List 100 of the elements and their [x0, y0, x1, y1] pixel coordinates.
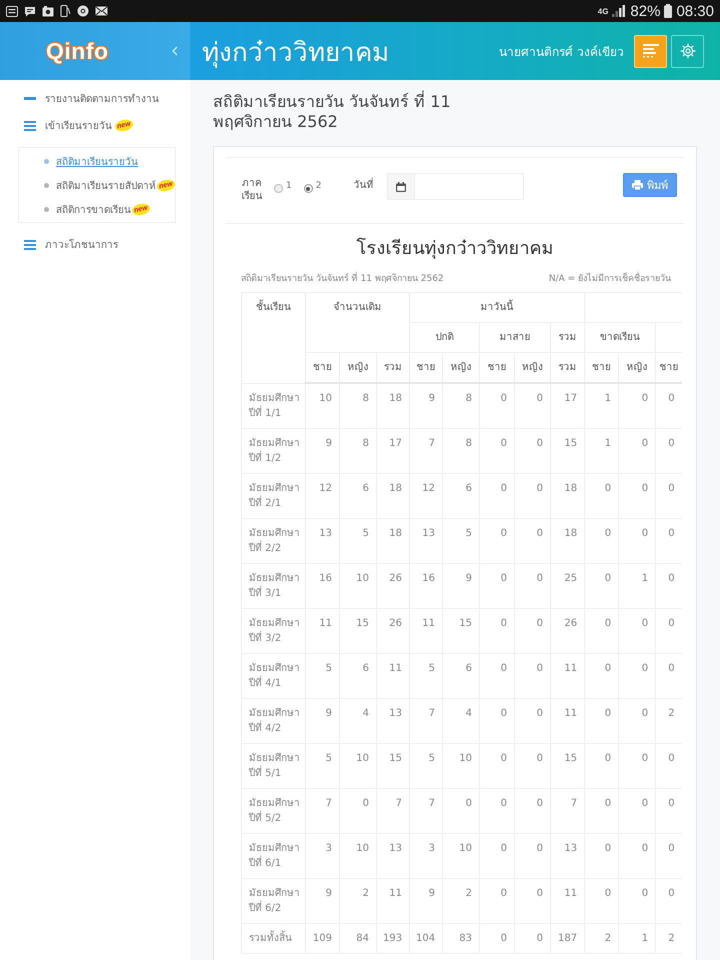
table-cell: 0	[442, 788, 480, 833]
table-cell: 187	[550, 923, 585, 953]
table-cell: 15	[340, 608, 376, 653]
table-cell: 0	[480, 653, 515, 698]
table-cell: มัธยมศึกษา ปีที่ 2/2	[242, 518, 306, 563]
print-button[interactable]: พิมพ์	[623, 173, 677, 197]
app-logo[interactable]: Qinfo	[46, 38, 109, 64]
round-logo-icon	[77, 5, 89, 17]
table-cell: 9	[306, 428, 340, 473]
column-header: หญิง	[618, 352, 656, 383]
column-header: หญิง	[442, 352, 480, 383]
table-cell: 109	[306, 923, 340, 953]
table-cell: 26	[376, 563, 410, 608]
report-caption: สถิติมาเรียนรายวัน วันจันทร์ ที่ 11 พฤศจิกายน 2562	[241, 273, 444, 286]
semester-radio[interactable]: 1	[274, 181, 292, 193]
table-cell: มัธยมศึกษา ปีที่ 1/2	[242, 428, 306, 473]
table-cell: 0	[480, 428, 515, 473]
table-cell: 0	[480, 698, 515, 743]
settings-icon	[680, 43, 696, 59]
page-heading: สถิติมาเรียนรายวัน วันจันทร์ ที่ 11 พฤศจิกายน 2562	[213, 92, 452, 132]
dash-icon	[24, 97, 36, 100]
table-cell: 3	[410, 833, 443, 878]
table-cell: 0	[514, 698, 551, 743]
table-cell: 0	[584, 743, 619, 788]
table-cell: 0	[480, 518, 515, 563]
semester-radio[interactable]: 2	[304, 181, 322, 193]
table-cell: 0	[480, 923, 515, 953]
printer-icon	[632, 180, 643, 190]
table-cell: 0	[340, 788, 376, 833]
chevron-left-icon[interactable]	[172, 46, 178, 56]
column-header: ปกติ	[410, 322, 480, 352]
table-cell: 0	[618, 608, 656, 653]
settings-button[interactable]	[671, 34, 704, 68]
bullet-icon	[44, 206, 49, 212]
table-cell: 4	[340, 698, 376, 743]
table-cell: 7	[410, 698, 443, 743]
table-cell: 0	[514, 518, 551, 563]
table-cell: 7	[306, 788, 340, 833]
table-cell: มัธยมศึกษา ปีที่ 3/2	[242, 608, 306, 653]
table-cell: 15	[550, 743, 585, 788]
signal-icon	[612, 5, 626, 17]
table-cell: รวมทั้งสิ้น	[242, 923, 306, 953]
sidebar-item[interactable]: รายงานติดตามการทำงาน	[0, 85, 190, 112]
table-cell: 0	[618, 878, 656, 923]
table-cell: 9	[442, 563, 480, 608]
table-cell: 8	[340, 383, 376, 428]
table-cell: 0	[480, 563, 515, 608]
table-cell: 0	[618, 743, 656, 788]
menu-icon	[24, 120, 36, 130]
table-cell: 0	[514, 788, 551, 833]
table-cell: 15	[442, 608, 480, 653]
submenu-item[interactable]: สถิติมาเรียนรายวัน	[19, 149, 175, 173]
picture-icon	[42, 6, 54, 16]
table-cell: 0	[618, 833, 656, 878]
sidebar-item[interactable]: ภาวะโภชนาการ	[0, 231, 190, 258]
table-cell: มัธยมศึกษา ปีที่ 6/2	[242, 878, 306, 923]
table-cell: 2	[442, 878, 480, 923]
table-cell: 193	[376, 923, 410, 953]
table-cell: 5	[410, 743, 443, 788]
table-cell: 0	[618, 518, 656, 563]
table-cell: 5	[442, 518, 480, 563]
table-cell: 0	[514, 473, 551, 518]
column-header: ชาย	[480, 352, 515, 383]
column-header: รวม	[376, 352, 410, 383]
table-cell: 5	[306, 653, 340, 698]
table-cell: 10	[340, 563, 376, 608]
clock-time: 08:30	[676, 2, 714, 20]
table-cell: 0	[584, 518, 619, 563]
column-header: หญิง	[340, 352, 376, 383]
table-cell: 18	[376, 518, 410, 563]
table-cell: 8	[442, 428, 480, 473]
column-header: ชาย	[584, 352, 619, 383]
column-header: ชาย	[306, 352, 340, 383]
table-cell: 6	[340, 473, 376, 518]
date-input-field[interactable]	[387, 173, 524, 200]
column-header: มาวันนี้	[410, 292, 585, 322]
table-cell: 7	[410, 788, 443, 833]
table-cell: 12	[306, 473, 340, 518]
table-cell: 0	[584, 833, 619, 878]
phone-icon	[60, 5, 71, 17]
menu-button[interactable]	[634, 34, 667, 68]
table-cell: มัธยมศึกษา ปีที่ 4/2	[242, 698, 306, 743]
table-cell: 104	[410, 923, 443, 953]
table-cell: 0	[584, 563, 619, 608]
user-name[interactable]: นายศานติกรศ์ วงค์เขียว	[499, 42, 624, 60]
table-cell: 13	[306, 518, 340, 563]
table-cell: 8	[340, 428, 376, 473]
table-cell: 0	[480, 788, 515, 833]
table-cell: 0	[514, 923, 551, 953]
table-cell: 7	[550, 788, 585, 833]
table-cell: 11	[410, 608, 443, 653]
table-cell: 0	[618, 473, 656, 518]
table-cell: 1	[584, 428, 619, 473]
network-type: 4G	[598, 6, 608, 16]
list-card-icon	[6, 6, 18, 16]
table-cell: 5	[410, 653, 443, 698]
table-cell: มัธยมศึกษา ปีที่ 2/1	[242, 473, 306, 518]
text-lines-icon	[642, 44, 658, 58]
table-cell: 26	[376, 608, 410, 653]
report-title: โรงเรียนทุ่งกว๋าววิทยาคม	[356, 237, 554, 261]
